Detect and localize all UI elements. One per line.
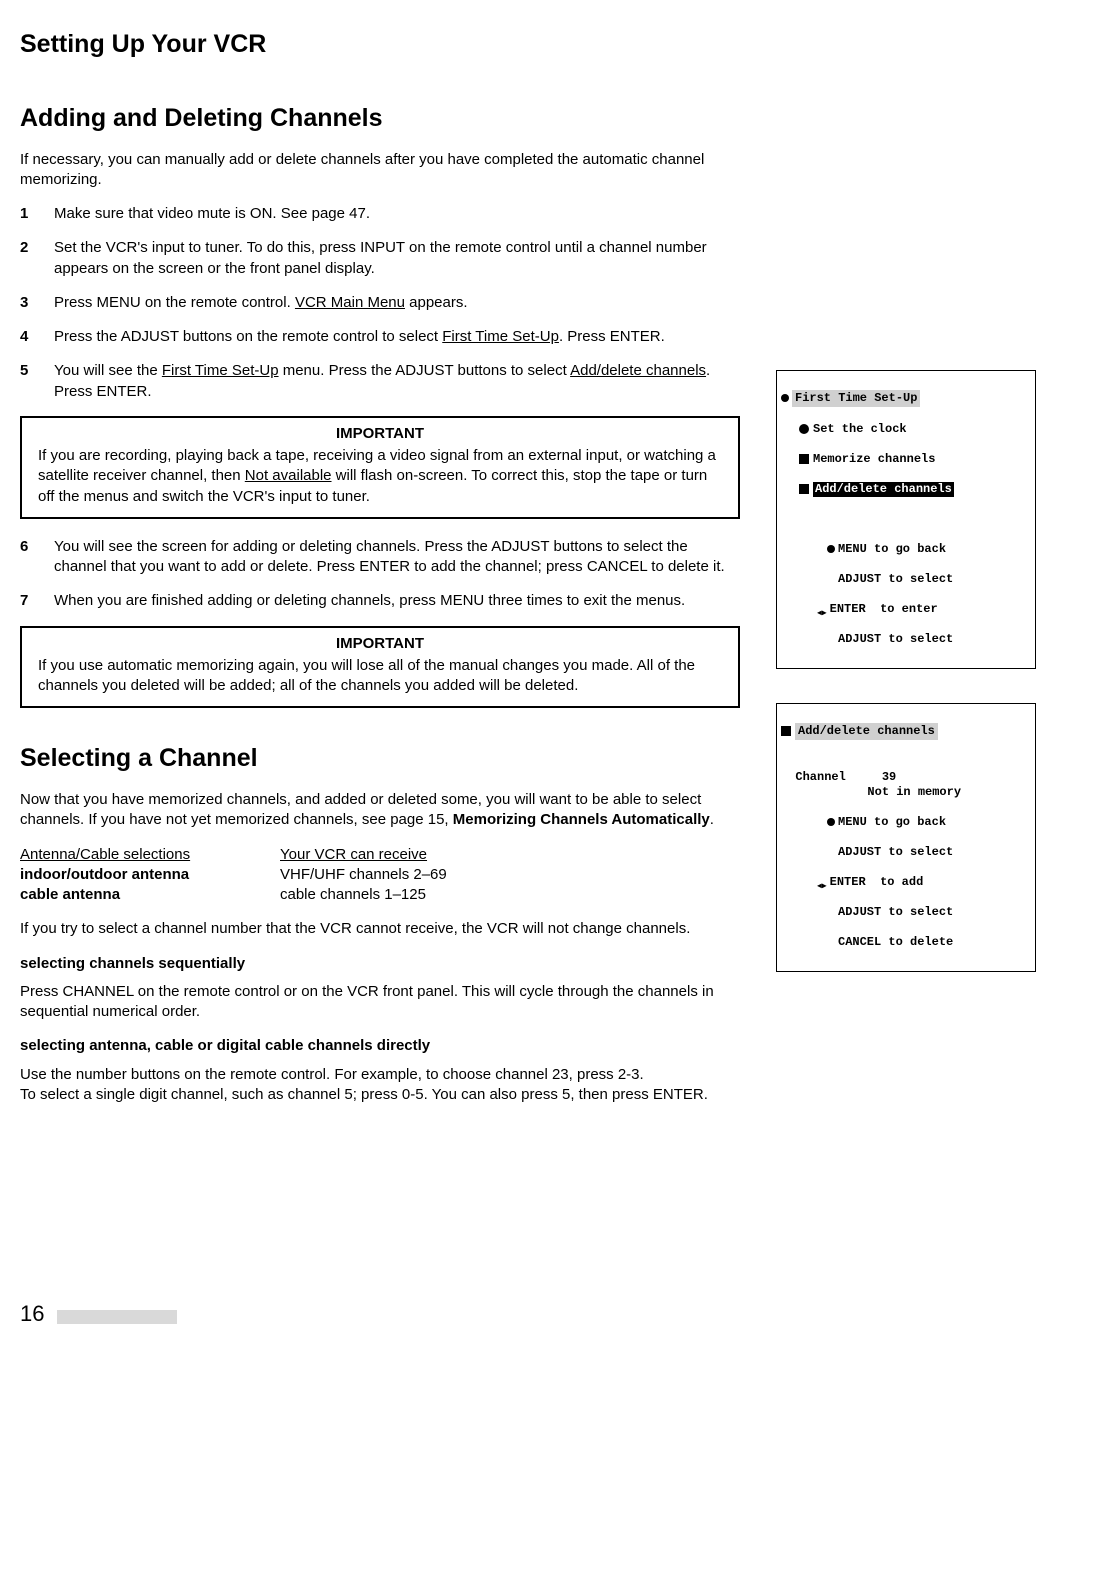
step-1: 1Make sure that video mute is ON. See pa… (20, 204, 740, 224)
antenna-cable-table: Antenna/Cable selections Your VCR can re… (20, 845, 740, 906)
table-header-1: Antenna/Cable selections (20, 845, 280, 865)
step-3: 3Press MENU on the remote control. VCR M… (20, 293, 740, 313)
footer-bar (57, 1310, 177, 1324)
step-5: 5You will see the First Time Set-Up menu… (20, 361, 740, 402)
menu-icon (827, 545, 835, 553)
table-row-1-col-1: indoor/outdoor antenna (20, 865, 280, 885)
main-column: Adding and Deleting Channels If necessar… (20, 92, 740, 1119)
osd-first-time-setup: First Time Set-Up Set the clock Memorize… (776, 370, 1036, 669)
left-right-icon (817, 605, 827, 613)
section-heading-selecting: Selecting a Channel (20, 742, 740, 776)
intro-paragraph: If necessary, you can manually add or de… (20, 150, 740, 191)
important-body: If you are recording, playing back a tap… (32, 446, 728, 507)
step-2: 2Set the VCR's input to tuner. To do thi… (20, 238, 740, 279)
page-number: 16 (20, 1301, 44, 1326)
important-title: IMPORTANT (32, 424, 728, 444)
important-title: IMPORTANT (32, 634, 728, 654)
memorize-icon (799, 454, 809, 464)
add-delete-icon (799, 484, 809, 494)
subheading-sequential: selecting channels sequentially (20, 954, 740, 974)
selecting-p2: If you try to select a channel number th… (20, 919, 740, 939)
step-4: 4Press the ADJUST buttons on the remote … (20, 327, 740, 347)
important-box-2: IMPORTANT If you use automatic memorizin… (20, 626, 740, 709)
side-column: First Time Set-Up Set the clock Memorize… (776, 92, 1036, 1006)
table-row-2-col-2: cable channels 1–125 (280, 885, 740, 905)
important-body: If you use automatic memorizing again, y… (32, 656, 728, 697)
section-heading-add-delete: Adding and Deleting Channels (20, 102, 740, 136)
bullet-icon (781, 394, 789, 402)
step-6: 6You will see the screen for adding or d… (20, 537, 740, 578)
selecting-p4: Use the number buttons on the remote con… (20, 1065, 740, 1106)
add-delete-icon (781, 726, 791, 736)
clock-icon (799, 424, 809, 434)
selecting-p3: Press CHANNEL on the remote control or o… (20, 982, 740, 1023)
page-title: Setting Up Your VCR (20, 28, 1056, 62)
step-7: 7When you are finished adding or deletin… (20, 591, 740, 611)
osd-add-delete-channels: Add/delete channels Channel 39 Not in me… (776, 703, 1036, 972)
menu-icon (827, 818, 835, 826)
subheading-direct: selecting antenna, cable or digital cabl… (20, 1036, 740, 1056)
important-box-1: IMPORTANT If you are recording, playing … (20, 416, 740, 519)
left-right-icon (817, 878, 827, 886)
selecting-intro: Now that you have memorized channels, an… (20, 790, 740, 831)
page-footer: 16 (20, 1299, 1056, 1329)
table-row-2-col-1: cable antenna (20, 885, 280, 905)
table-row-1-col-2: VHF/UHF channels 2–69 (280, 865, 740, 885)
table-header-2: Your VCR can receive (280, 845, 740, 865)
